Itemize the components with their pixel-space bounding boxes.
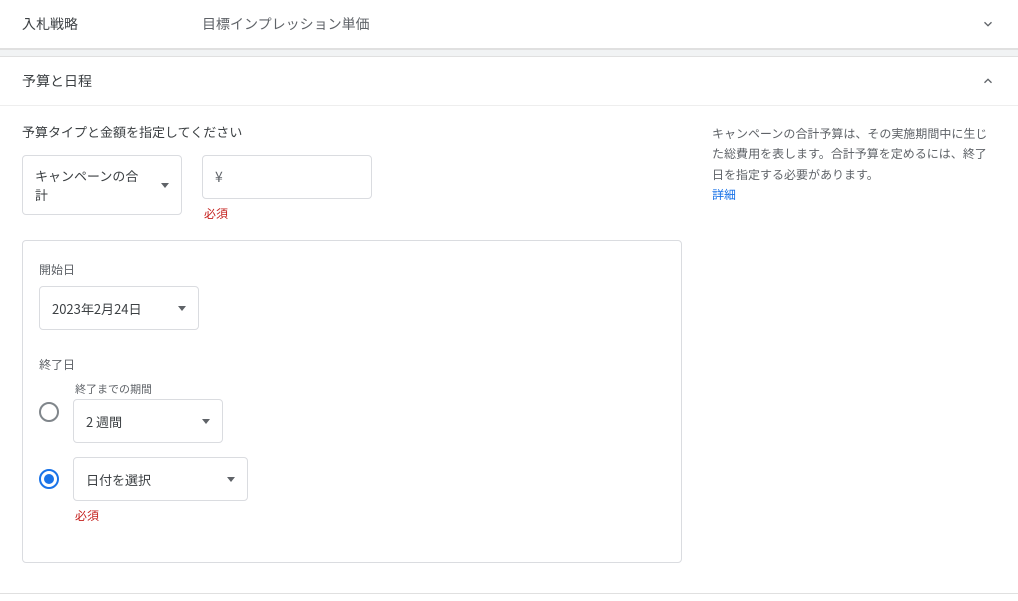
- help-panel: キャンペーンの合計予算は、その実施期間中に生じた総費用を表します。合計予算を定め…: [712, 122, 996, 563]
- panel-bidding-header[interactable]: 入札戦略 目標インプレッション単価: [0, 0, 1018, 48]
- end-duration-value: 2 週間: [86, 412, 122, 431]
- end-date-value: 日付を選択: [86, 470, 151, 489]
- triangle-down-icon: [178, 306, 186, 311]
- end-duration-float-label: 終了までの期間: [75, 381, 223, 397]
- end-duration-radio[interactable]: [39, 402, 59, 422]
- budget-type-select-label: キャンペーンの合計: [35, 166, 151, 204]
- start-date-value: 2023年2月24日: [52, 299, 142, 318]
- chevron-up-icon: [980, 73, 996, 89]
- budget-amount-input[interactable]: [229, 170, 405, 185]
- panel-budget: 予算と日程 予算タイプと金額を指定してください キャンペーンの合計 ¥: [0, 57, 1018, 594]
- end-date-radio[interactable]: [39, 469, 59, 489]
- help-text: キャンペーンの合計予算は、その実施期間中に生じた総費用を表します。合計予算を定め…: [712, 125, 987, 183]
- currency-prefix: ¥: [215, 167, 223, 187]
- end-date-label: 終了日: [39, 356, 665, 373]
- triangle-down-icon: [202, 419, 210, 424]
- triangle-down-icon: [161, 183, 169, 188]
- end-date-select[interactable]: 日付を選択: [73, 457, 248, 501]
- panel-bidding-value: 目標インプレッション単価: [202, 14, 980, 34]
- panel-divider: [0, 49, 1018, 57]
- budget-amount-error: 必須: [204, 205, 372, 222]
- budget-type-select[interactable]: キャンペーンの合計: [22, 155, 182, 215]
- end-duration-select[interactable]: 2 週間: [73, 399, 223, 443]
- date-card: 開始日 2023年2月24日 終了日 終了までの期間 2 週間: [22, 240, 682, 563]
- budget-section-label: 予算タイプと金額を指定してください: [22, 122, 682, 141]
- start-date-label: 開始日: [39, 261, 665, 278]
- triangle-down-icon: [227, 477, 235, 482]
- chevron-down-icon: [980, 16, 996, 32]
- panel-bidding: 入札戦略 目標インプレッション単価: [0, 0, 1018, 49]
- panel-budget-body: 予算タイプと金額を指定してください キャンペーンの合計 ¥ 必須: [0, 105, 1018, 593]
- end-date-error: 必須: [75, 507, 665, 524]
- panel-bidding-title: 入札戦略: [22, 14, 202, 34]
- help-link[interactable]: 詳細: [712, 186, 736, 203]
- budget-amount-field[interactable]: ¥: [202, 155, 372, 199]
- panel-budget-header[interactable]: 予算と日程: [0, 57, 1018, 105]
- panel-budget-title: 予算と日程: [22, 71, 980, 91]
- start-date-select[interactable]: 2023年2月24日: [39, 286, 199, 330]
